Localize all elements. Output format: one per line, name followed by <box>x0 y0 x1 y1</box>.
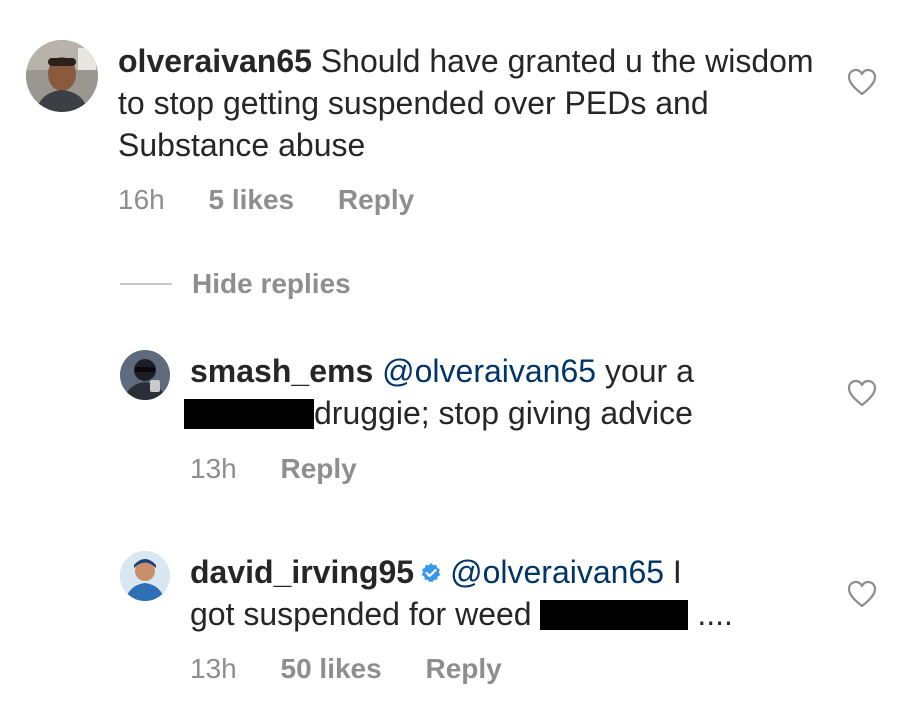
comment-reply-button[interactable]: Reply <box>338 184 414 215</box>
reply-mention-link[interactable]: @olveraivan65 <box>450 554 664 590</box>
redaction-bar <box>540 600 689 630</box>
hide-replies-label: Hide replies <box>192 268 351 299</box>
reply-text-part1: your a <box>604 353 694 389</box>
reply-text-part2: druggie; stop giving advice <box>314 395 693 431</box>
reply-meta: 13h 50 likes Reply <box>190 653 538 685</box>
comment-username[interactable]: olveraivan65 <box>118 43 312 79</box>
comment-likes-count[interactable]: 5 likes <box>209 184 295 215</box>
avatar-smash_ems[interactable] <box>120 350 170 400</box>
redaction-bar <box>184 399 314 429</box>
reply-text-line1-tail: I <box>672 554 682 590</box>
hide-replies-divider <box>120 283 172 285</box>
user-avatar-icon <box>26 40 98 112</box>
user-avatar-icon <box>120 350 170 400</box>
reply-reply-button[interactable]: Reply <box>281 453 357 484</box>
reply-reply-button[interactable]: Reply <box>425 653 501 684</box>
reply-timestamp: 13h <box>190 653 237 684</box>
reply-username[interactable]: smash_ems <box>190 353 373 389</box>
reply-body: smash_ems @olveraivan65 your a druggie; … <box>184 350 800 434</box>
verified-badge-icon <box>421 563 441 583</box>
heart-icon[interactable] <box>847 580 877 608</box>
hide-replies-button[interactable]: Hide replies <box>120 268 351 300</box>
reply-text-part2: .... <box>697 596 733 632</box>
reply-timestamp: 13h <box>190 453 237 484</box>
comment-timestamp: 16h <box>118 184 165 215</box>
reply-text-part1: got suspended for weed <box>190 596 532 632</box>
reply-meta: 13h Reply <box>190 453 393 485</box>
reply-username[interactable]: david_irving95 <box>190 554 414 590</box>
reply-likes-count[interactable]: 50 likes <box>281 653 382 684</box>
comment-meta: 16h 5 likes Reply <box>118 184 450 216</box>
comment-body: olveraivan65 Should have granted u the w… <box>118 40 818 166</box>
reply-mention-link[interactable]: @olveraivan65 <box>382 353 596 389</box>
avatar-olveraivan65[interactable] <box>26 40 98 112</box>
avatar-david_irving95[interactable] <box>120 551 170 601</box>
reply-body: david_irving95 @olveraivan65 I got suspe… <box>190 551 800 635</box>
heart-icon[interactable] <box>847 68 877 96</box>
user-avatar-icon <box>120 551 170 601</box>
heart-icon[interactable] <box>847 379 877 407</box>
